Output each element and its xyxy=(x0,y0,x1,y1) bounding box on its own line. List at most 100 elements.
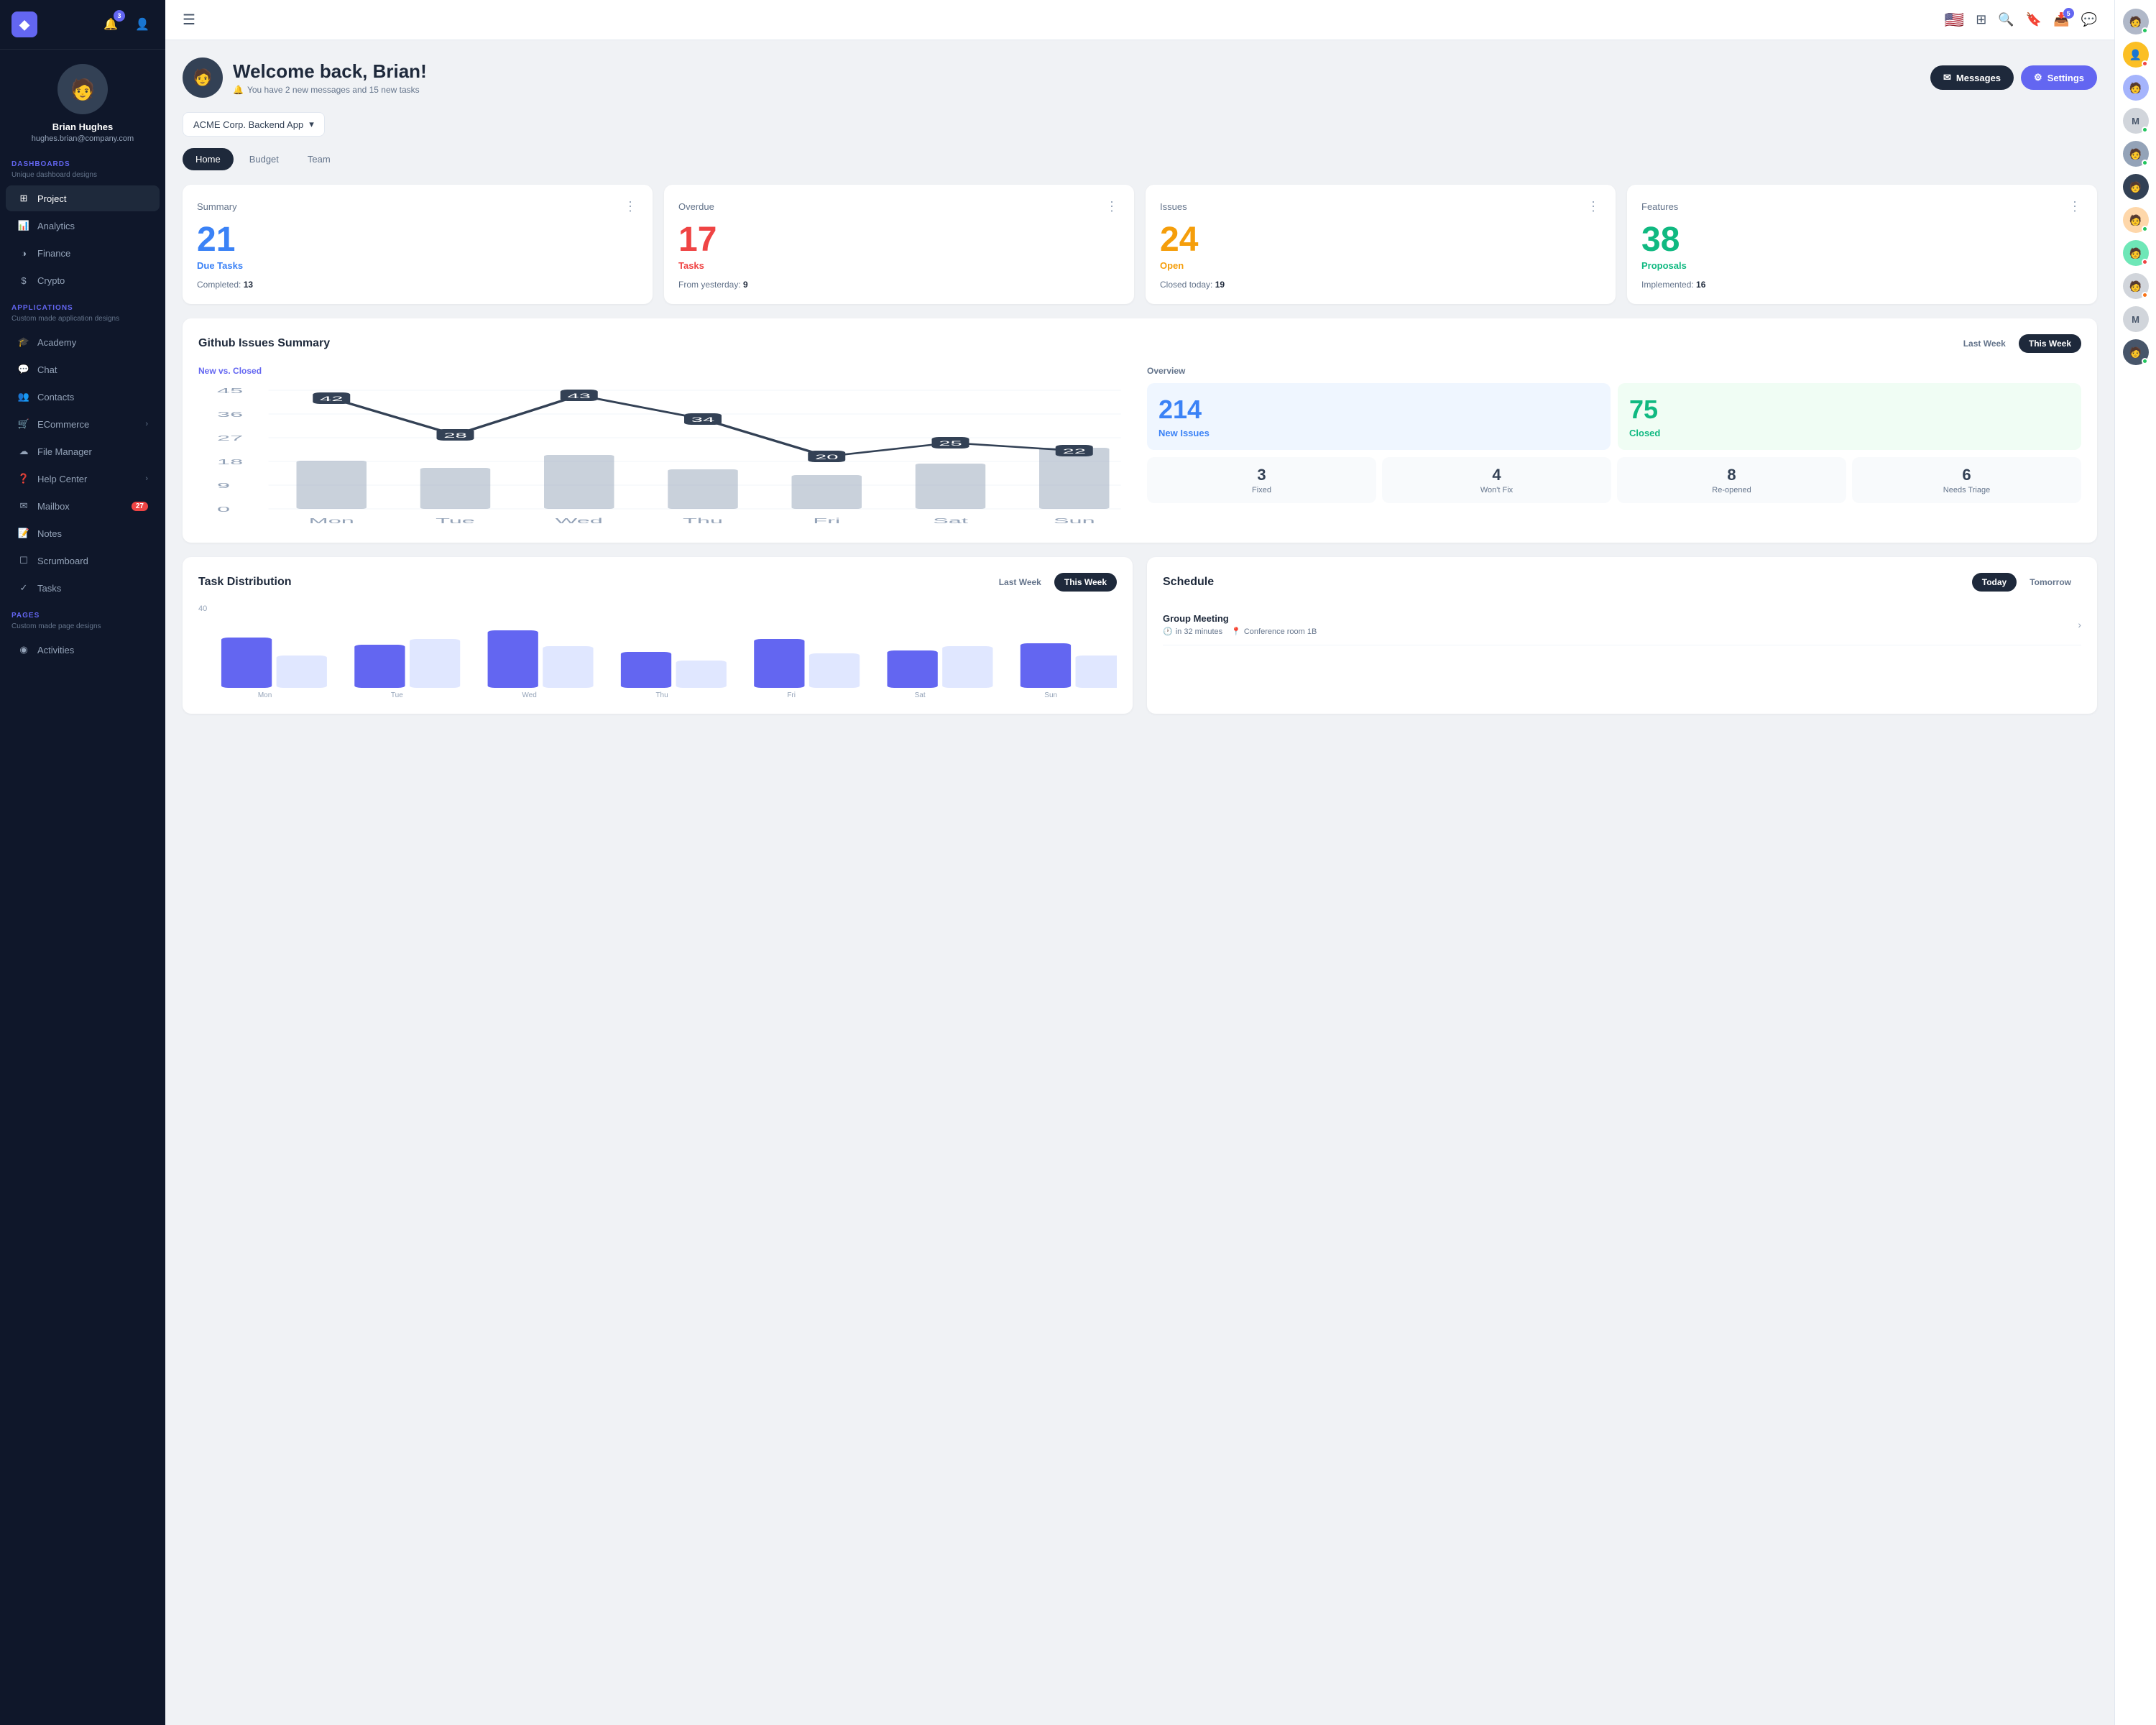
avatar-rail: 🧑 👤 🧑 M 🧑 🧑 🧑 🧑 🧑 M 🧑 xyxy=(2114,0,2156,1725)
more-options-icon[interactable]: ⋮ xyxy=(1587,199,1601,214)
welcome-title: Welcome back, Brian! xyxy=(233,60,427,83)
inbox-icon[interactable]: 📥 5 xyxy=(2053,12,2069,27)
sidebar-item-chat[interactable]: 💬 Chat xyxy=(6,356,160,382)
tab-team[interactable]: Team xyxy=(295,148,344,170)
rail-avatar[interactable]: 👤 xyxy=(2123,42,2149,68)
offline-dot xyxy=(2142,60,2148,67)
sidebar-item-label: Scrumboard xyxy=(37,556,88,566)
new-issues-label: New Issues xyxy=(1158,428,1599,438)
svg-text:Sat: Sat xyxy=(933,517,968,525)
sidebar-item-crypto[interactable]: $ Crypto xyxy=(6,267,160,293)
stat-card-summary: Summary ⋮ 21 Due Tasks Completed: 13 xyxy=(183,185,653,304)
academy-icon: 🎓 xyxy=(17,336,30,349)
rail-avatar[interactable]: 🧑 xyxy=(2123,9,2149,34)
sidebar-item-project[interactable]: ⊞ Project xyxy=(6,185,160,211)
tomorrow-toggle[interactable]: Tomorrow xyxy=(2019,573,2081,592)
mailbox-badge: 27 xyxy=(132,502,148,511)
sidebar-item-label: ECommerce xyxy=(37,419,89,430)
svg-text:45: 45 xyxy=(217,387,243,395)
messages-button[interactable]: ✉ Messages xyxy=(1930,65,2014,90)
clock-icon: 🕐 xyxy=(1163,627,1173,636)
app-logo[interactable]: ◆ xyxy=(11,12,37,37)
schedule-item-details: Group Meeting 🕐 in 32 minutes 📍 Conferen… xyxy=(1163,613,1317,636)
section-header: Task Distribution Last Week This Week xyxy=(198,573,1117,592)
rail-avatar[interactable]: 🧑 xyxy=(2123,141,2149,167)
topbar: ☰ 🇺🇸 ⊞ 🔍 🔖 📥 5 💬 xyxy=(165,0,2114,40)
online-dot xyxy=(2142,226,2148,232)
sidebar-item-scrumboard[interactable]: ☐ Scrumboard xyxy=(6,548,160,574)
svg-text:25: 25 xyxy=(939,440,962,447)
stat-title: Issues xyxy=(1160,201,1187,212)
chevron-right-icon[interactable]: › xyxy=(2078,619,2081,630)
dropdown-icon: ▾ xyxy=(309,119,314,130)
chat-topbar-icon[interactable]: 💬 xyxy=(2081,12,2097,27)
project-selector[interactable]: ACME Corp. Backend App ▾ xyxy=(183,112,325,137)
today-toggle[interactable]: Today xyxy=(1972,573,2017,592)
last-week-toggle[interactable]: Last Week xyxy=(1953,334,2016,353)
chevron-icon: › xyxy=(145,474,148,483)
stat-number: 21 xyxy=(197,223,638,257)
more-options-icon[interactable]: ⋮ xyxy=(2068,199,2083,214)
user-search-btn[interactable]: 👤 xyxy=(131,13,154,36)
tab-budget[interactable]: Budget xyxy=(236,148,292,170)
schedule-card: Schedule Today Tomorrow Group Meeting 🕐 … xyxy=(1147,557,2097,714)
task-last-week-toggle[interactable]: Last Week xyxy=(989,573,1051,592)
notifications-btn[interactable]: 🔔 3 xyxy=(99,13,122,36)
svg-text:Wed: Wed xyxy=(556,517,603,525)
sidebar-item-ecommerce[interactable]: 🛒 ECommerce › xyxy=(6,411,160,437)
activities-icon: ◉ xyxy=(17,643,30,656)
sidebar: ◆ 🔔 3 👤 🧑 Brian Hughes hughes.brian@comp… xyxy=(0,0,165,1725)
applications-sub: Custom made application designs xyxy=(0,315,165,328)
notes-icon: 📝 xyxy=(17,527,30,540)
away-dot xyxy=(2142,292,2148,298)
sidebar-item-contacts[interactable]: 👥 Contacts xyxy=(6,384,160,410)
sidebar-item-activities[interactable]: ◉ Activities xyxy=(6,637,160,663)
project-icon: ⊞ xyxy=(17,192,30,205)
rail-avatar[interactable]: 🧑 xyxy=(2123,273,2149,299)
welcome-bar: 🧑 Welcome back, Brian! 🔔 You have 2 new … xyxy=(183,58,2097,98)
bookmark-icon[interactable]: 🔖 xyxy=(2026,12,2042,27)
rail-avatar[interactable]: 🧑 xyxy=(2123,339,2149,365)
search-icon[interactable]: 🔍 xyxy=(1998,12,2014,27)
rail-avatar-m2[interactable]: M xyxy=(2123,306,2149,332)
tab-home[interactable]: Home xyxy=(183,148,234,170)
rail-avatar-m[interactable]: M xyxy=(2123,108,2149,134)
task-toggle-group: Last Week This Week xyxy=(989,573,1117,592)
sidebar-item-mailbox[interactable]: ✉ Mailbox 27 xyxy=(6,493,160,519)
stat-title: Overdue xyxy=(678,201,714,212)
sidebar-item-notes[interactable]: 📝 Notes xyxy=(6,520,160,546)
settings-button[interactable]: ⚙ Settings xyxy=(2021,65,2097,90)
rail-avatar[interactable]: 🧑 xyxy=(2123,207,2149,233)
location-icon: 📍 xyxy=(1231,627,1241,636)
sidebar-item-academy[interactable]: 🎓 Academy xyxy=(6,329,160,355)
task-this-week-toggle[interactable]: This Week xyxy=(1054,573,1117,592)
fullscreen-icon[interactable]: ⊞ xyxy=(1976,12,1986,27)
rail-avatar[interactable]: 🧑 xyxy=(2123,75,2149,101)
stat-label: Tasks xyxy=(678,260,1120,271)
sidebar-item-tasks[interactable]: ✓ Tasks xyxy=(6,575,160,601)
sidebar-item-help-center[interactable]: ❓ Help Center › xyxy=(6,466,160,492)
mini-label: Won't Fix xyxy=(1388,486,1606,494)
mini-stat-fixed: 3 Fixed xyxy=(1147,457,1376,503)
svg-text:Tue: Tue xyxy=(436,517,475,525)
more-options-icon[interactable]: ⋮ xyxy=(1105,199,1120,214)
stat-title: Summary xyxy=(197,201,237,212)
sidebar-item-file-manager[interactable]: ☁ File Manager xyxy=(6,438,160,464)
rail-avatar[interactable]: 🧑 xyxy=(2123,240,2149,266)
mini-num: 8 xyxy=(1623,466,1841,484)
github-issues-card: Github Issues Summary Last Week This Wee… xyxy=(183,318,2097,543)
mini-stat-wontfix: 4 Won't Fix xyxy=(1382,457,1611,503)
sidebar-item-label: Tasks xyxy=(37,583,61,594)
tabs: Home Budget Team xyxy=(183,148,2097,170)
more-options-icon[interactable]: ⋮ xyxy=(624,199,638,214)
scrumboard-icon: ☐ xyxy=(17,554,30,567)
welcome-avatar: 🧑 xyxy=(183,58,223,98)
this-week-toggle[interactable]: This Week xyxy=(2019,334,2081,353)
sidebar-item-analytics[interactable]: 📊 Analytics xyxy=(6,213,160,239)
sidebar-item-label: Contacts xyxy=(37,392,74,402)
tasks-icon: ✓ xyxy=(17,581,30,594)
sidebar-item-finance[interactable]: ◑ Finance xyxy=(6,240,160,266)
flag-icon[interactable]: 🇺🇸 xyxy=(1945,11,1964,29)
rail-avatar[interactable]: 🧑 xyxy=(2123,174,2149,200)
hamburger-menu[interactable]: ☰ xyxy=(183,11,195,29)
